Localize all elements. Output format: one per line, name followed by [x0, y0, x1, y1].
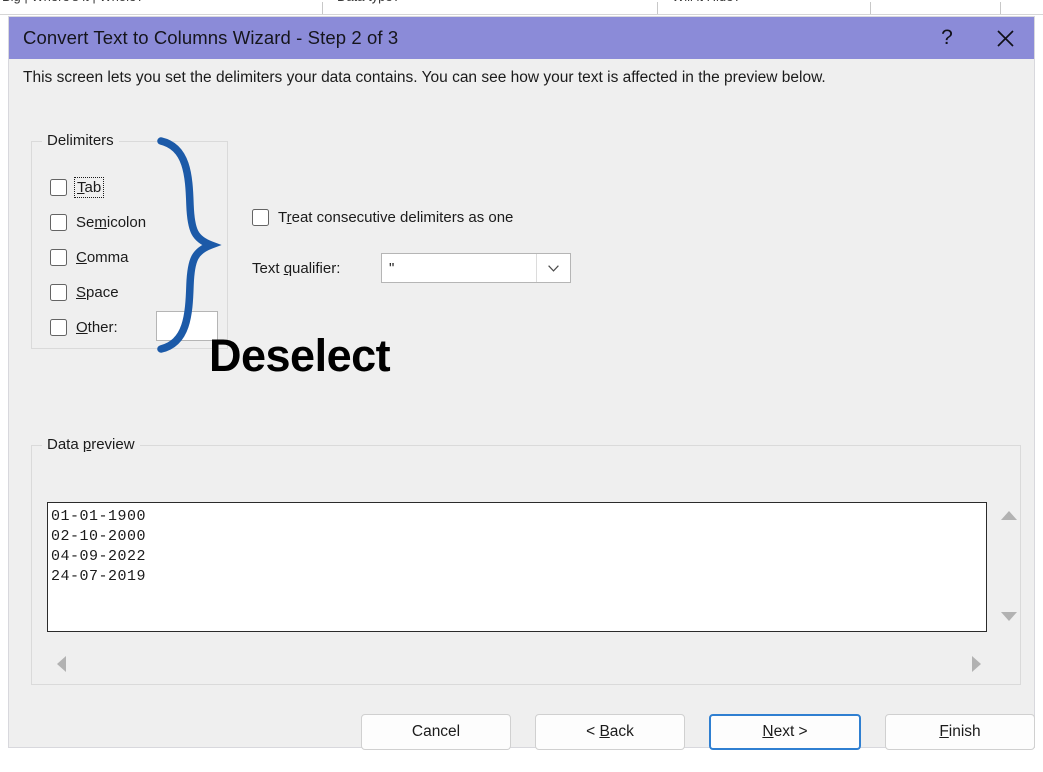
cancel-button[interactable]: Cancel	[361, 714, 511, 750]
checkbox-label-tab: Tab	[73, 176, 105, 198]
checkbox-label-other: Other:	[76, 318, 118, 336]
checkbox-row-semicolon[interactable]: Semicolon	[50, 211, 146, 233]
preview-vertical-scrollbar[interactable]	[997, 503, 1021, 632]
convert-text-to-columns-dialog: Convert Text to Columns Wizard - Step 2 …	[8, 16, 1035, 750]
text-qualifier-value: "	[389, 259, 395, 277]
checkbox-tab[interactable]	[50, 178, 67, 196]
background-cell-1: Big | Where's it | Whole?	[2, 0, 143, 4]
checkbox-semicolon[interactable]	[50, 213, 67, 231]
row-baseline	[0, 14, 1043, 15]
checkbox-other[interactable]	[50, 318, 67, 336]
checkbox-row-treat-consecutive[interactable]: Treat consecutive delimiters as one	[252, 206, 513, 228]
background-cell-2: Data type?	[337, 0, 400, 4]
checkbox-row-comma[interactable]: Comma	[50, 246, 129, 268]
checkbox-row-other[interactable]: Other:	[50, 316, 118, 338]
dialog-title: Convert Text to Columns Wizard - Step 2 …	[23, 27, 399, 48]
checkbox-label-semicolon: Semicolon	[76, 213, 147, 231]
checkbox-label-treat-consecutive: Treat consecutive delimiters as one	[278, 208, 514, 226]
triangle-right-icon[interactable]	[971, 655, 983, 673]
back-button[interactable]: < Back	[535, 714, 685, 750]
preview-line: 04-09-2022	[51, 548, 147, 565]
next-button[interactable]: Next >	[709, 714, 861, 750]
dialog-titlebar: Convert Text to Columns Wizard - Step 2 …	[9, 17, 1034, 59]
back-button-label: < Back	[586, 723, 634, 740]
triangle-left-icon[interactable]	[55, 655, 67, 673]
chevron-down-icon[interactable]	[536, 254, 570, 282]
checkbox-row-tab[interactable]: Tab	[50, 176, 105, 198]
checkbox-row-space[interactable]: Space	[50, 281, 119, 303]
finish-button[interactable]: Finish	[885, 714, 1035, 750]
data-preview-box[interactable]: 01-01-1900 02-10-2000 04-09-2022 24-07-2…	[47, 502, 987, 632]
finish-button-label: Finish	[939, 723, 981, 740]
checkbox-space[interactable]	[50, 283, 67, 301]
background-worksheet-strip: Big | Where's it | Whole? Data type? Wil…	[0, 0, 1043, 16]
preview-line: 24-07-2019	[51, 568, 147, 585]
checkbox-label-space: Space	[76, 283, 119, 301]
checkbox-treat-consecutive[interactable]	[252, 208, 269, 226]
data-preview-group-label: Data preview	[42, 436, 140, 453]
screen-root: Big | Where's it | Whole? Data type? Wil…	[0, 0, 1043, 772]
help-icon[interactable]: ?	[918, 17, 976, 59]
dialog-instruction-text: This screen lets you set the delimiters …	[23, 69, 826, 86]
preview-line: 02-10-2000	[51, 528, 147, 545]
checkbox-label-comma: Comma	[76, 248, 129, 266]
data-preview-lines: 01-01-1900 02-10-2000 04-09-2022 24-07-2…	[48, 503, 986, 587]
text-qualifier-combobox[interactable]: "	[381, 253, 571, 283]
triangle-down-icon[interactable]	[1000, 611, 1018, 623]
close-x-icon[interactable]	[976, 17, 1034, 59]
triangle-up-icon[interactable]	[1000, 509, 1018, 521]
text-qualifier-label: Text qualifier:	[252, 260, 341, 277]
next-button-label: Next >	[762, 723, 808, 740]
delimiters-group-label: Delimiters	[42, 132, 119, 149]
preview-line: 01-01-1900	[51, 508, 147, 525]
preview-horizontal-scrollbar[interactable]	[47, 649, 991, 675]
background-header-row: Big | Where's it | Whole? Data type? Wil…	[0, 0, 1043, 15]
titlebar-buttons: ?	[918, 17, 1034, 59]
deselect-annotation-text: Deselect	[209, 330, 391, 381]
background-cell-3: Will it Hide?	[672, 0, 741, 4]
cancel-button-label: Cancel	[411, 723, 461, 740]
checkbox-comma[interactable]	[50, 248, 67, 266]
